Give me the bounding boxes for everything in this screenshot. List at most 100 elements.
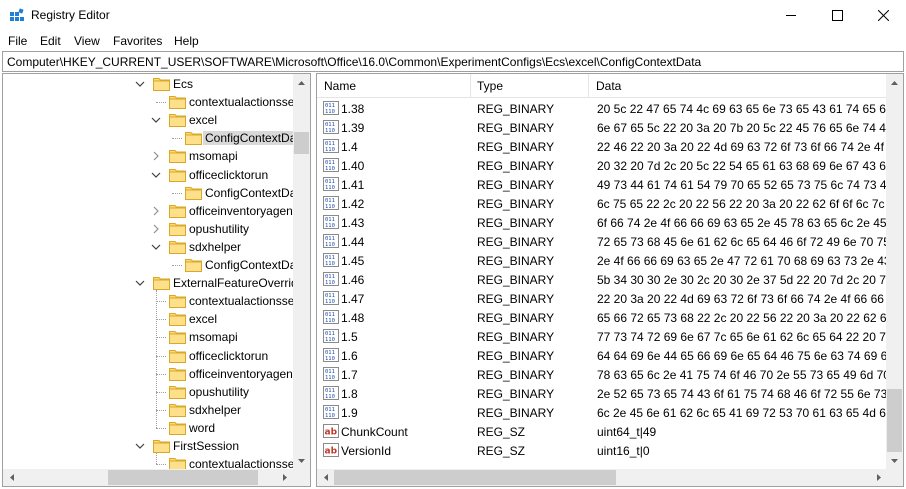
chevron-down-icon[interactable] [151,169,161,179]
tree-node-label[interactable]: sdxhelper [189,240,241,254]
tree-node-label[interactable]: officeinventoryagen [189,204,293,218]
scroll-right-arrow-icon[interactable] [276,469,293,486]
tree-node[interactable]: FirstSession [3,437,295,455]
scroll-right-arrow-icon[interactable] [870,469,887,486]
chevron-right-icon[interactable] [151,205,161,216]
tree-node[interactable]: contextualactionsse [3,292,295,310]
menu-favorites[interactable]: Favorites [113,34,162,48]
tree-node[interactable]: Ecs [3,75,295,93]
tree-node[interactable]: officeinventoryagen [3,365,295,383]
list-row[interactable]: 011 110 1.47 REG_BINARY 22 20 3a 20 22 4d 69… [317,289,887,308]
list-row[interactable]: 011 110 1.4 REG_BINARY 22 46 22 20 3a 20 22 … [317,137,887,156]
tree-node-label[interactable]: excel [189,113,217,127]
tree-node[interactable]: excel [3,310,295,328]
list-row[interactable]: 011 110 1.46 REG_BINARY 5b 34 30 30 2e 30 2c… [317,270,887,289]
list-row[interactable]: 011 110 1.43 REG_BINARY 6f 66 74 2e 4f 66 66… [317,213,887,232]
address-bar[interactable]: Computer\HKEY_CURRENT_USER\SOFTWARE\Micr… [2,51,904,72]
tree-node[interactable]: contextualactionsse [3,93,295,111]
menu-view[interactable]: View [74,34,100,48]
tree-node-label[interactable]: sdxhelper [189,403,241,417]
tree-scroll-thumb[interactable] [294,132,309,154]
list-row[interactable]: 011 110 1.44 REG_BINARY 72 65 73 68 45 6e 61… [317,232,887,251]
tree-node[interactable]: sdxhelper [3,238,295,256]
tree-node[interactable]: word [3,419,295,437]
tree-node-label[interactable]: word [189,421,215,435]
tree-node-label[interactable]: contextualactionsse [189,294,294,308]
list-row[interactable]: ab VersionId REG_SZ uint16_t|0 [317,441,887,460]
list-vertical-scrollbar[interactable] [886,74,903,469]
list-row[interactable]: 011 110 1.40 REG_BINARY 20 32 20 7d 2c 20 5c… [317,156,887,175]
list-row[interactable]: 011 110 1.6 REG_BINARY 64 64 69 6e 44 65 66 … [317,346,887,365]
tree-node[interactable]: msomapi [3,328,295,346]
chevron-down-icon[interactable] [151,241,161,251]
tree-node-label[interactable]: msomapi [189,149,238,163]
key-tree-pane[interactable]: Ecs contextualactionsse excel ConfigContext… [2,73,311,487]
scroll-down-arrow-icon[interactable] [886,452,903,469]
list-row[interactable]: 011 110 1.9 REG_BINARY 6c 2e 45 6e 61 62 6c … [317,403,887,422]
tree-node-label[interactable]: opushutility [189,222,249,236]
list-row[interactable]: 011 110 1.5 REG_BINARY 77 73 74 72 69 6e 67 … [317,327,887,346]
tree-node-label[interactable]: ConfigContextDa [205,186,296,200]
chevron-right-icon[interactable] [151,150,161,161]
tree-node-label[interactable]: officeinventoryagen [189,367,293,381]
column-header-data[interactable]: Data [589,74,887,98]
tree-node[interactable]: sdxhelper [3,401,295,419]
chevron-down-icon[interactable] [135,277,145,287]
tree-horizontal-scrollbar[interactable] [3,469,293,486]
tree-node-label[interactable]: FirstSession [173,439,239,453]
close-button[interactable] [860,0,906,31]
list-row[interactable]: 011 110 1.45 REG_BINARY 2e 4f 66 66 69 63 65… [317,251,887,270]
tree-node[interactable]: officeinventoryagen [3,202,295,220]
tree-node[interactable]: ConfigContextDa [3,184,296,202]
tree-node-label[interactable]: ConfigContextDa [205,258,296,272]
list-horizontal-scrollbar[interactable] [317,469,887,486]
tree-node-label[interactable]: ConfigContextDa [203,131,299,146]
chevron-down-icon[interactable] [135,440,145,450]
tree-node[interactable]: ConfigContextDa [3,256,296,274]
scroll-up-arrow-icon[interactable] [886,74,903,91]
menu-help[interactable]: Help [174,34,199,48]
list-row[interactable]: 011 110 1.48 REG_BINARY 65 66 72 65 73 68 22… [317,308,887,327]
column-header-type[interactable]: Type [471,74,589,98]
tree-node-label[interactable]: Ecs [173,77,193,91]
list-scroll-thumb[interactable] [887,389,902,452]
tree-node[interactable]: ConfigContextDa [3,129,299,147]
menu-file[interactable]: File [8,34,27,48]
scroll-down-arrow-icon[interactable] [293,452,310,469]
maximize-button[interactable] [814,0,860,31]
chevron-right-icon[interactable] [151,223,161,234]
list-row[interactable]: 011 110 1.8 REG_BINARY 2e 52 65 73 65 74 43 … [317,384,887,403]
tree-node-label[interactable]: contextualactionsse [189,95,294,109]
tree-node[interactable]: opushutility [3,383,295,401]
values-list-pane[interactable]: Name Type Data 011 110 1.38 REG_BINARY 20 5c… [316,73,904,487]
tree-node[interactable]: msomapi [3,147,295,165]
list-row[interactable]: 011 110 1.41 REG_BINARY 49 73 44 61 74 61 54… [317,175,887,194]
list-row[interactable]: 011 110 1.42 REG_BINARY 6c 75 65 22 2c 20 22… [317,194,887,213]
chevron-down-icon[interactable] [135,78,145,88]
column-header-name[interactable]: Name [317,74,471,98]
tree-node[interactable]: opushutility [3,220,295,238]
tree-node-label[interactable]: officeclicktorun [189,349,268,363]
tree-node[interactable]: officeclicktorun [3,166,295,184]
tree-node-label[interactable]: excel [189,312,217,326]
list-row[interactable]: ab ChunkCount REG_SZ uint64_t|49 [317,422,887,441]
tree-node[interactable]: excel [3,111,295,129]
address-path[interactable]: Computer\HKEY_CURRENT_USER\SOFTWARE\Micr… [7,55,701,69]
list-hscroll-thumb[interactable] [334,470,616,485]
tree-node[interactable]: officeclicktorun [3,347,295,365]
tree-node-label[interactable]: opushutility [189,385,249,399]
list-row[interactable]: 011 110 1.38 REG_BINARY 20 5c 22 47 65 74 4c… [317,99,887,118]
tree-node-label[interactable]: msomapi [189,330,238,344]
list-row[interactable]: 011 110 1.39 REG_BINARY 6e 67 65 5c 22 20 3a… [317,118,887,137]
list-row[interactable]: 011 110 1.7 REG_BINARY 78 63 65 6c 2e 41 75 … [317,365,887,384]
tree-hscroll-thumb[interactable] [108,470,258,485]
scroll-left-arrow-icon[interactable] [317,469,334,486]
scroll-up-arrow-icon[interactable] [293,74,310,91]
menu-edit[interactable]: Edit [40,34,61,48]
scroll-left-arrow-icon[interactable] [3,469,20,486]
tree-node-label[interactable]: officeclicktorun [189,168,268,182]
tree-vertical-scrollbar[interactable] [293,74,310,469]
minimize-button[interactable] [768,0,814,31]
tree-node-label[interactable]: ExternalFeatureOverrid [173,276,298,290]
chevron-down-icon[interactable] [151,114,161,124]
